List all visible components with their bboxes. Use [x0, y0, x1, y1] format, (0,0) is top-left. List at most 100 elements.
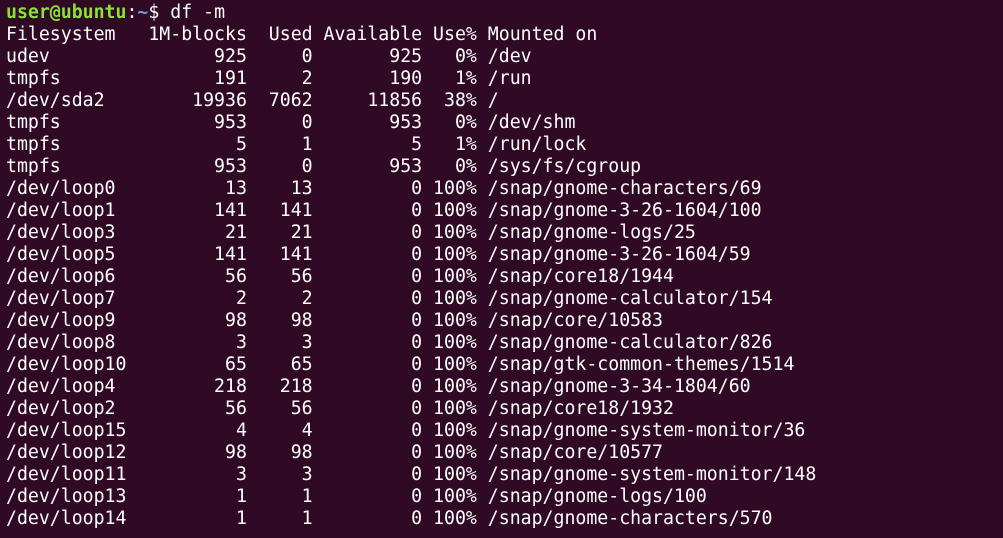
- cell-filesystem: /dev/loop6: [6, 266, 138, 287]
- cell-filesystem: /dev/loop3: [6, 222, 138, 243]
- cell-blocks: 141: [137, 244, 247, 265]
- table-row: /dev/loop11 3 3 0 100% /snap/gnome-syste…: [6, 464, 1003, 486]
- cell-filesystem: /dev/loop0: [6, 178, 138, 199]
- cell-used: 98: [246, 310, 313, 331]
- cell-use-percent: 100%: [422, 200, 477, 221]
- cell-mounted-on: /snap/gnome-3-26-1604/100: [476, 200, 762, 221]
- cell-blocks: 191: [137, 68, 247, 89]
- cell-used: 56: [246, 266, 313, 287]
- table-row: /dev/loop15 4 4 0 100% /snap/gnome-syste…: [6, 420, 1003, 442]
- cell-blocks: 98: [137, 442, 247, 463]
- cell-mounted-on: /snap/gnome-3-26-1604/59: [476, 244, 751, 265]
- cell-filesystem: tmpfs: [6, 134, 138, 155]
- table-row: udev 925 0 925 0% /dev: [6, 46, 1003, 68]
- table-row: tmpfs 953 0 953 0% /sys/fs/cgroup: [6, 156, 1003, 178]
- prompt-symbol: $: [148, 2, 160, 23]
- header-available: Available: [312, 24, 423, 45]
- cell-blocks: 2: [137, 288, 247, 309]
- header-used: Used: [246, 24, 313, 45]
- table-row: /dev/loop13 1 1 0 100% /snap/gnome-logs/…: [6, 486, 1003, 508]
- cell-mounted-on: /snap/core/10577: [476, 442, 664, 463]
- cell-use-percent: 100%: [422, 486, 477, 507]
- cell-blocks: 4: [137, 420, 247, 441]
- header-blocks: 1M-blocks: [137, 24, 247, 45]
- cell-use-percent: 0%: [422, 156, 477, 177]
- cell-mounted-on: /snap/gnome-characters/69: [476, 178, 762, 199]
- cell-available: 0: [312, 486, 423, 507]
- cell-blocks: 1: [137, 486, 247, 507]
- cell-use-percent: 0%: [422, 46, 477, 67]
- cell-used: 1: [246, 486, 313, 507]
- cell-available: 0: [312, 288, 423, 309]
- cell-available: 0: [312, 244, 423, 265]
- cell-use-percent: 100%: [422, 398, 477, 419]
- cell-available: 0: [312, 310, 423, 331]
- header-mounted-on: Mounted on: [476, 24, 598, 45]
- cell-mounted-on: /snap/core18/1932: [476, 398, 674, 419]
- cell-use-percent: 100%: [422, 222, 477, 243]
- cell-mounted-on: /snap/gtk-common-themes/1514: [476, 354, 795, 375]
- table-row: /dev/loop9 98 98 0 100% /snap/core/10583: [6, 310, 1003, 332]
- cell-filesystem: tmpfs: [6, 112, 138, 133]
- cell-filesystem: tmpfs: [6, 68, 138, 89]
- cell-available: 953: [312, 156, 423, 177]
- cell-mounted-on: /snap/gnome-system-monitor/148: [476, 464, 817, 485]
- cell-available: 0: [312, 376, 423, 397]
- table-row: /dev/sda2 19936 7062 11856 38% /: [6, 90, 1003, 112]
- cell-blocks: 56: [137, 266, 247, 287]
- cell-filesystem: udev: [6, 46, 138, 67]
- cell-blocks: 141: [137, 200, 247, 221]
- cell-available: 5: [312, 134, 423, 155]
- cell-available: 0: [312, 420, 423, 441]
- cell-use-percent: 100%: [422, 376, 477, 397]
- cell-filesystem: /dev/sda2: [6, 90, 138, 111]
- command-text: df -m: [170, 2, 226, 23]
- cell-used: 4: [246, 420, 313, 441]
- cell-used: 2: [246, 68, 313, 89]
- cell-mounted-on: /snap/core/10583: [476, 310, 664, 331]
- cell-used: 56: [246, 398, 313, 419]
- table-row: /dev/loop3 21 21 0 100% /snap/gnome-logs…: [6, 222, 1003, 244]
- cell-available: 0: [312, 354, 423, 375]
- cell-filesystem: /dev/loop1: [6, 200, 138, 221]
- prompt-separator: :: [126, 2, 138, 23]
- cell-use-percent: 1%: [422, 68, 477, 89]
- cell-used: 0: [246, 112, 313, 133]
- table-row: tmpfs 191 2 190 1% /run: [6, 68, 1003, 90]
- cell-blocks: 1: [137, 508, 247, 529]
- cell-available: 11856: [312, 90, 423, 111]
- cell-blocks: 3: [137, 464, 247, 485]
- cell-used: 141: [246, 200, 313, 221]
- cell-filesystem: /dev/loop5: [6, 244, 138, 265]
- terminal-window[interactable]: user@ubuntu:~$ df -m Filesystem 1M-block…: [0, 0, 1003, 538]
- cell-use-percent: 1%: [422, 134, 477, 155]
- cell-blocks: 925: [137, 46, 247, 67]
- cell-blocks: 19936: [137, 90, 247, 111]
- header-use-percent: Use%: [422, 24, 477, 45]
- cell-mounted-on: /sys/fs/cgroup: [476, 156, 642, 177]
- cell-blocks: 218: [137, 376, 247, 397]
- cell-use-percent: 100%: [422, 266, 477, 287]
- cell-mounted-on: /snap/gnome-system-monitor/36: [476, 420, 806, 441]
- table-row: /dev/loop0 13 13 0 100% /snap/gnome-char…: [6, 178, 1003, 200]
- cell-mounted-on: /snap/gnome-calculator/154: [476, 288, 773, 309]
- cell-use-percent: 100%: [422, 442, 477, 463]
- cell-blocks: 953: [137, 112, 247, 133]
- cell-filesystem: /dev/loop13: [6, 486, 138, 507]
- cell-available: 0: [312, 442, 423, 463]
- cell-blocks: 13: [137, 178, 247, 199]
- table-row: /dev/loop12 98 98 0 100% /snap/core/1057…: [6, 442, 1003, 464]
- cell-mounted-on: /snap/gnome-3-34-1804/60: [476, 376, 751, 397]
- cell-filesystem: /dev/loop2: [6, 398, 138, 419]
- cell-mounted-on: /dev/shm: [476, 112, 576, 133]
- cell-mounted-on: /snap/gnome-logs/25: [476, 222, 696, 243]
- cell-used: 0: [246, 46, 313, 67]
- cell-use-percent: 100%: [422, 310, 477, 331]
- cell-available: 953: [312, 112, 423, 133]
- header-filesystem: Filesystem: [6, 24, 138, 45]
- cell-used: 218: [246, 376, 313, 397]
- cell-mounted-on: /snap/core18/1944: [476, 266, 674, 287]
- cell-use-percent: 0%: [422, 112, 477, 133]
- cell-use-percent: 100%: [422, 332, 477, 353]
- cell-mounted-on: /dev: [476, 46, 532, 67]
